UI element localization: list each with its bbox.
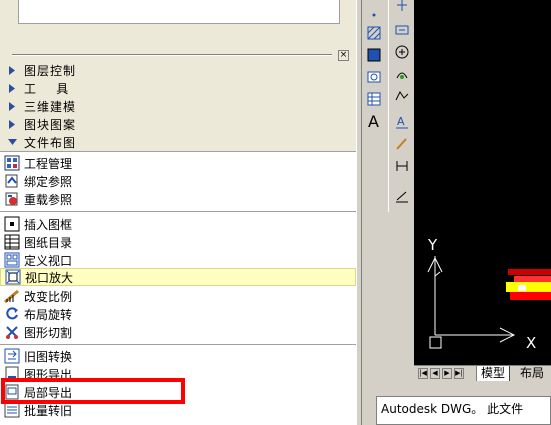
dimension-toolbar: A (388, 0, 414, 212)
dimension-text-icon[interactable]: A (391, 111, 413, 133)
category-3d-modeling[interactable]: 三维建模 (0, 97, 352, 115)
jogged-dimension-icon[interactable] (391, 85, 413, 107)
item-define-viewport[interactable]: 定义视口 (0, 251, 356, 269)
table-icon[interactable] (363, 88, 385, 110)
graphic-cut-icon (2, 324, 22, 340)
tab-model[interactable]: 模型 (476, 366, 511, 382)
leader-icon[interactable] (391, 133, 413, 155)
baseline-dimension-icon[interactable] (391, 155, 413, 177)
item-label: 改变比例 (24, 289, 73, 304)
first-tab-button[interactable]: |◀ (418, 368, 428, 379)
palette-top-area (0, 0, 360, 42)
region-icon[interactable] (363, 44, 385, 66)
category-label: 三维建模 (24, 99, 77, 114)
item-label: 插入图框 (24, 217, 73, 232)
old-drawing-convert-icon (2, 348, 22, 364)
category-layer-control[interactable]: 图层控制 (0, 61, 352, 79)
category-label: 图层控制 (24, 63, 77, 78)
svg-text:A: A (397, 115, 405, 128)
category-label: 图块图案 (24, 117, 77, 132)
expand-arrow-icon (0, 65, 24, 75)
item-graphic-cut[interactable]: 图形切割 (0, 323, 356, 341)
collapse-arrow-icon (0, 139, 24, 145)
insert-frame-icon (2, 216, 22, 232)
palette-title-bar[interactable] (12, 54, 332, 56)
item-label: 旧图转换 (24, 349, 73, 364)
item-project-manage[interactable]: 工程管理 (0, 154, 356, 172)
category-label: 工 具 (24, 81, 70, 96)
item-old-drawing-convert[interactable]: 旧图转换 (0, 347, 356, 365)
svg-text:A: A (368, 112, 379, 130)
dimension-edit-icon[interactable] (391, 185, 413, 207)
tool-palette: × 图层控制 工 具 三维建模 图块图案 文件布图 工程管理 绑定参照 重载参照… (0, 0, 360, 425)
item-viewport-zoom[interactable]: 视口放大 (0, 268, 356, 286)
arc-length-icon[interactable] (391, 63, 413, 85)
item-label: 布局旋转 (24, 307, 73, 322)
item-layout-rotate[interactable]: 布局旋转 (0, 305, 356, 323)
reload-xref-icon (2, 191, 22, 207)
hatch-icon[interactable] (363, 22, 385, 44)
divider (0, 151, 356, 152)
model-space-canvas[interactable]: Y X (414, 0, 551, 365)
category-block-pattern[interactable]: 图块图案 (0, 115, 352, 133)
ucs-icon (427, 256, 551, 349)
next-tab-button[interactable]: ▶ (442, 368, 452, 379)
item-label: 工程管理 (24, 156, 73, 171)
center-mark-icon[interactable] (391, 41, 413, 63)
item-label: 图纸目录 (24, 235, 73, 250)
palette-close-button[interactable]: × (338, 50, 349, 61)
divider (0, 344, 356, 345)
wipeout-icon[interactable] (363, 66, 385, 88)
item-label: 批量转旧 (24, 403, 73, 418)
item-change-scale[interactable]: 改变比例 (0, 287, 356, 305)
item-label: 视口放大 (25, 270, 74, 285)
viewport-zoom-icon (3, 269, 23, 285)
layout-tabs: |◀ ◀ ▶ ▶| 模型 布局1 (414, 365, 551, 395)
prev-tab-button[interactable]: ◀ (430, 368, 440, 379)
tab-layout1[interactable]: 布局1 (516, 366, 551, 395)
aligned-dimension-icon[interactable] (391, 19, 413, 41)
selection-highlight-box (1, 378, 185, 404)
divider (0, 211, 356, 212)
drawing-catalog-icon (2, 234, 22, 250)
category-tools[interactable]: 工 具 (0, 79, 352, 97)
change-scale-icon (2, 288, 22, 304)
item-label: 绑定参照 (24, 174, 73, 189)
define-viewport-icon (2, 252, 22, 268)
expand-arrow-icon (0, 83, 24, 93)
batch-convert-icon (2, 402, 22, 418)
item-label: 图形切割 (24, 325, 73, 340)
item-label: 定义视口 (24, 253, 73, 268)
text-icon[interactable]: A (363, 110, 385, 132)
item-insert-frame[interactable]: 插入图框 (0, 215, 356, 233)
ucs-y-label: Y (428, 236, 438, 254)
linear-dimension-icon[interactable] (391, 0, 413, 16)
category-label: 文件布图 (24, 135, 77, 150)
bind-xref-icon (2, 173, 22, 189)
project-manage-icon (2, 155, 22, 171)
item-bind-xref[interactable]: 绑定参照 (0, 172, 356, 190)
draw-toolbar: A (362, 0, 386, 380)
last-tab-button[interactable]: ▶| (454, 368, 464, 379)
point-icon[interactable] (363, 0, 385, 22)
category-file-layout[interactable]: 文件布图 (0, 133, 352, 151)
expand-arrow-icon (0, 119, 24, 129)
item-label: 重载参照 (24, 192, 73, 207)
ucs-x-label: X (526, 334, 537, 352)
layout-rotate-icon (2, 306, 22, 322)
palette-top-box (18, 0, 340, 24)
command-line[interactable]: Autodesk DWG。 此文件 (376, 396, 551, 425)
item-reload-xref[interactable]: 重载参照 (0, 190, 356, 208)
expand-arrow-icon (0, 101, 24, 111)
item-drawing-catalog[interactable]: 图纸目录 (0, 233, 356, 251)
